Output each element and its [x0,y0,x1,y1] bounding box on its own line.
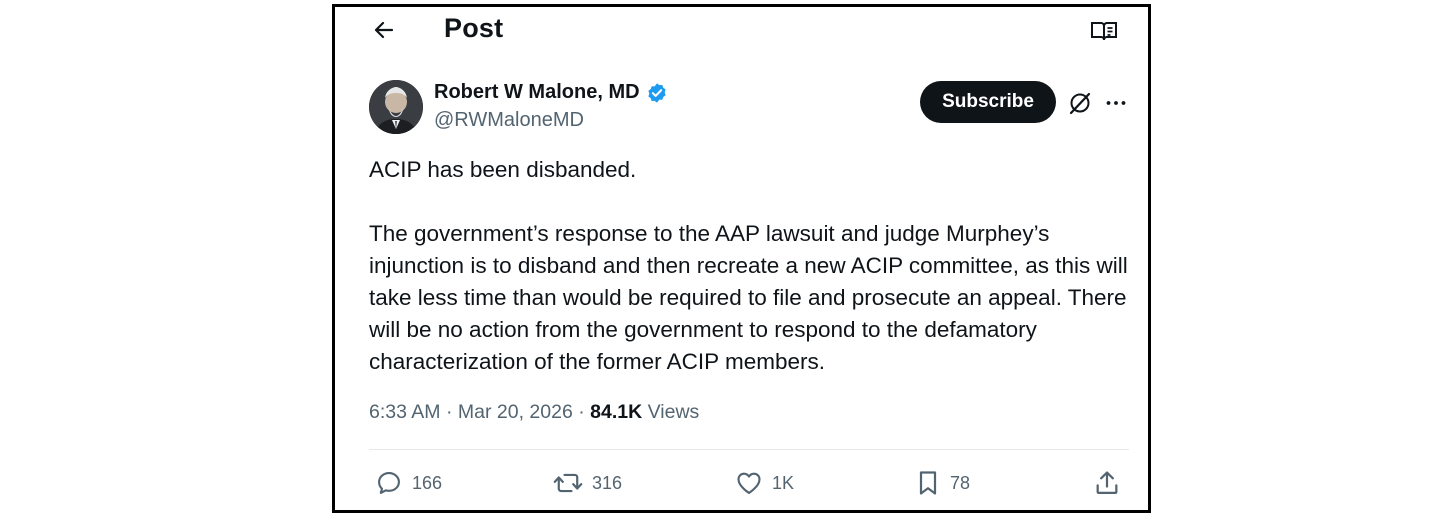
views-count: 84.1K [590,401,643,423]
post-time[interactable]: 6:33 AM [369,401,441,423]
author-name: Robert W Malone, MD [434,81,640,103]
like-count: 1K [772,472,795,493]
repost-icon [553,473,583,493]
avatar[interactable] [369,80,423,134]
bookmark-count: 78 [950,472,971,493]
repost-count: 316 [592,472,623,493]
meta-separator: · [445,401,453,423]
more-options-button[interactable] [1102,89,1130,117]
reply-icon [378,472,400,494]
divider [369,449,1129,450]
author-name-row[interactable]: Robert W Malone, MD [434,81,668,104]
reader-mode-button[interactable] [1089,17,1119,45]
meta-separator: · [578,401,585,423]
reader-mode-icon [1091,22,1117,41]
back-button[interactable] [369,15,399,45]
tweet-paragraph: The government’s response to the AAP law… [369,221,1128,374]
page-title: Post [444,13,504,43]
share-button[interactable] [1093,468,1121,498]
arrow-left-icon [374,21,394,39]
repost-button[interactable]: 316 [553,468,622,498]
bookmark-button[interactable]: 78 [915,468,970,498]
post-container: Post Robert W Malone, MD @RWMaloneMD Sub… [369,7,1129,510]
tweet-text: ACIP has been disbanded. The government’… [369,154,1134,378]
verified-badge-icon [647,82,666,103]
bookmark-icon [919,471,937,495]
reply-count: 166 [412,472,443,493]
grok-button[interactable] [1066,89,1094,117]
subscribe-button[interactable]: Subscribe [920,81,1056,123]
post-screenshot-frame: Post Robert W Malone, MD @RWMaloneMD Sub… [332,4,1151,513]
author-handle[interactable]: @RWMaloneMD [434,109,584,132]
heart-icon [737,472,761,494]
post-date[interactable]: Mar 20, 2026 [458,401,573,423]
grok-icon [1069,92,1091,115]
more-horizontal-icon [1106,101,1126,105]
views-label: Views [647,401,700,423]
share-icon [1096,471,1118,495]
reply-button[interactable]: 166 [375,468,442,498]
tweet-paragraph: ACIP has been disbanded. [369,157,637,182]
post-meta: 6:33 AM · Mar 20, 2026 · 84.1K Views [369,401,699,424]
like-button[interactable]: 1K [735,468,794,498]
